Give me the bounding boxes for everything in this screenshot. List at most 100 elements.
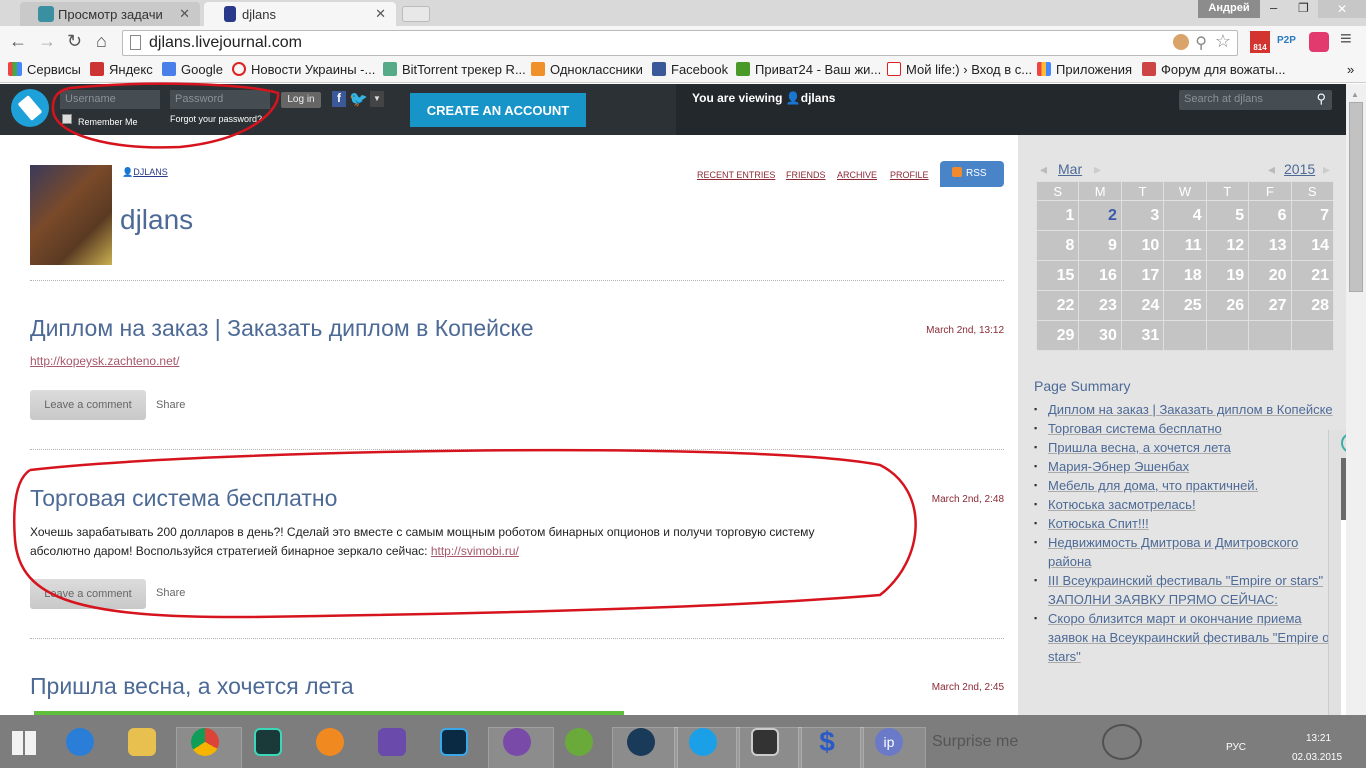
bookmark-google[interactable]: Google [162, 62, 223, 77]
key-icon[interactable]: ⚲ [1195, 33, 1207, 53]
bookmark-odnoklassniki[interactable]: Одноклассники [531, 62, 643, 77]
close-tab-icon[interactable]: ✕ [375, 6, 386, 22]
bookmark-bittorrent[interactable]: BitTorrent трекер R... [383, 62, 526, 77]
bookmark-facebook[interactable]: Facebook [652, 62, 728, 77]
leave-comment-button[interactable]: Leave a comment [30, 579, 146, 609]
ip-icon[interactable]: ip [875, 728, 903, 756]
post-title[interactable]: Торговая система бесплатно [30, 485, 337, 512]
summary-link[interactable]: Недвижимость Дмитрова и Дмитровского рай… [1048, 535, 1298, 569]
media-icon[interactable] [627, 728, 655, 756]
viber-icon[interactable] [503, 728, 531, 756]
player-icon[interactable] [316, 728, 344, 756]
bookmark-news-ukraine[interactable]: Новости Украины -... [232, 62, 375, 77]
nav-profile[interactable]: PROFILE [890, 170, 929, 180]
cookie-blocked-icon[interactable] [1173, 34, 1189, 50]
dollar-icon[interactable]: $ [813, 728, 841, 756]
more-login-dropdown[interactable]: ▼ [370, 91, 384, 107]
menu-icon[interactable]: ≡ [1340, 28, 1352, 51]
ghost-icon[interactable] [751, 728, 779, 756]
calendar-year[interactable]: 2015 [1284, 161, 1315, 177]
post-date[interactable]: March 2nd, 13:12 [926, 325, 1004, 336]
post-date[interactable]: March 2nd, 2:48 [932, 494, 1004, 505]
summary-link[interactable]: III Всеукраинский фестиваль "Empire or s… [1048, 573, 1323, 607]
post-link[interactable]: http://kopeysk.zachteno.net/ [30, 354, 179, 368]
bookmarks-more[interactable]: » [1347, 62, 1354, 77]
summary-link[interactable]: Пришла весна, а хочется лета [1048, 440, 1231, 455]
bookmark-mylife[interactable]: Мой life:) › Вход в с... [887, 62, 1032, 77]
viewing-user-link[interactable]: djlans [801, 91, 836, 105]
audition-icon[interactable] [254, 728, 282, 756]
clock-date[interactable]: 02.03.2015 [1292, 752, 1342, 763]
summary-link[interactable]: Мария-Эбнер Эшенбах [1048, 459, 1189, 474]
forward-icon[interactable]: → [38, 31, 56, 52]
new-tab-button[interactable] [402, 6, 430, 22]
rss-button[interactable]: RSS [940, 161, 1004, 187]
bookmark-forum[interactable]: Форум для вожаты... [1142, 62, 1286, 77]
tab-djlans[interactable]: djlans ✕ [204, 2, 396, 26]
p2p-extension-icon[interactable]: P2P [1277, 35, 1296, 46]
login-button[interactable]: Log in [281, 92, 321, 108]
chrome-icon[interactable] [191, 728, 219, 756]
search-input[interactable]: Search at djlans ⚲ [1179, 90, 1332, 110]
forgot-password-link[interactable]: Forgot your password? [170, 114, 262, 124]
vertical-scrollbar[interactable]: ▲ [1346, 84, 1366, 715]
livejournal-logo-icon[interactable] [11, 89, 49, 127]
remember-me-checkbox[interactable] [62, 114, 72, 124]
nav-friends[interactable]: FRIENDS [786, 170, 826, 180]
windows-start-icon[interactable] [12, 731, 36, 755]
bookmark-yandex[interactable]: Яндекс [90, 62, 153, 77]
next-month-icon[interactable]: ▸ [1094, 161, 1101, 178]
calendar-day[interactable]: 2 [1078, 200, 1122, 231]
journal-title[interactable]: djlans [120, 204, 193, 236]
bookmark-apps[interactable]: Приложения [1037, 62, 1132, 77]
maximize-button[interactable]: ❐ [1298, 1, 1309, 15]
calendar-month[interactable]: Mar [1058, 161, 1082, 177]
nav-recent-entries[interactable]: RECENT ENTRIES [697, 170, 775, 180]
surprise-me-text[interactable]: Surprise me [932, 733, 1018, 751]
journal-user-link[interactable]: 👤DJLANS [122, 167, 168, 178]
share-button[interactable]: Share [156, 587, 185, 599]
back-icon[interactable]: ← [9, 31, 27, 52]
facebook-login-icon[interactable]: f [332, 91, 346, 107]
profile-button[interactable]: Андрей [1198, 0, 1260, 18]
summary-link[interactable]: Диплом на заказ | Заказать диплом в Копе… [1048, 402, 1333, 417]
photoshop-icon[interactable] [440, 728, 468, 756]
clock-time[interactable]: 13:21 [1306, 733, 1331, 744]
scrollbar-thumb[interactable] [1349, 102, 1363, 292]
minimize-button[interactable]: ‒ [1270, 0, 1277, 15]
leave-comment-button[interactable]: Leave a comment [30, 390, 146, 420]
create-account-button[interactable]: CREATE AN ACCOUNT [410, 93, 586, 127]
post-title[interactable]: Диплом на заказ | Заказать диплом в Копе… [30, 315, 534, 342]
tab-task-view[interactable]: Просмотр задачи ✕ [20, 2, 200, 26]
language-indicator[interactable]: РУС [1226, 742, 1246, 753]
reload-icon[interactable]: ↻ [67, 31, 82, 52]
username-input[interactable]: Username [60, 90, 160, 109]
summary-link[interactable]: Котюська засмотрелась! [1048, 497, 1196, 512]
twitter-login-icon[interactable]: 🐦 [349, 90, 368, 108]
bookmark-services[interactable]: Сервисы [8, 62, 81, 77]
password-input[interactable]: Password [170, 90, 270, 109]
file-explorer-icon[interactable] [128, 728, 156, 756]
se-extension-icon[interactable] [1309, 32, 1329, 52]
close-tab-icon[interactable]: ✕ [179, 6, 190, 22]
summary-link[interactable]: Мебель для дома, что практичней. [1048, 478, 1258, 493]
utorrent-icon[interactable] [565, 728, 593, 756]
post-link[interactable]: http://svimobi.ru/ [431, 544, 519, 558]
share-button[interactable]: Share [156, 399, 185, 411]
summary-link[interactable]: Скоро близится март и окончание приема з… [1048, 611, 1333, 664]
address-bar[interactable]: djlans.livejournal.com ⚲ ☆ [122, 30, 1238, 56]
bookmark-star-icon[interactable]: ☆ [1215, 31, 1231, 52]
summary-link[interactable]: Котюська Спит!!! [1048, 516, 1149, 531]
bookmark-privat24[interactable]: Приват24 - Ваш жи... [736, 62, 881, 77]
next-year-icon[interactable]: ▸ [1323, 161, 1330, 178]
prev-month-icon[interactable]: ◂ [1040, 161, 1047, 178]
home-icon[interactable]: ⌂ [96, 31, 107, 52]
post-title[interactable]: Пришла весна, а хочется лета [30, 673, 354, 700]
nav-archive[interactable]: ARCHIVE [837, 170, 877, 180]
visual-studio-icon[interactable] [378, 728, 406, 756]
prev-year-icon[interactable]: ◂ [1268, 161, 1275, 178]
mail-extension-icon[interactable]: 814 [1250, 31, 1270, 53]
internet-explorer-icon[interactable] [66, 728, 94, 756]
close-window-button[interactable]: ✕ [1318, 0, 1366, 18]
skype-icon[interactable] [689, 728, 717, 756]
